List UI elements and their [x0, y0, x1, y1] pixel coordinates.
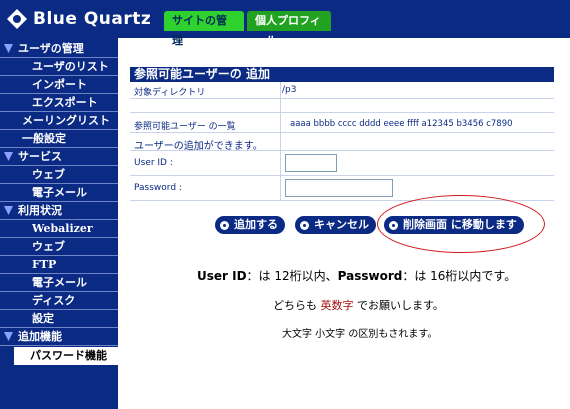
- brand-name: Blue Quartz: [33, 9, 152, 29]
- section-title: 参照可能ユーザーの 追加: [130, 67, 554, 82]
- sidebar-item-usage-settings[interactable]: 設定: [0, 310, 118, 328]
- length-limit-note: User ID：は 12桁以内、Password：は 16桁以内です。: [197, 269, 517, 283]
- user-id-label: User ID :: [134, 158, 173, 168]
- add-button[interactable]: 追加する: [215, 216, 285, 234]
- sidebar-item-password-function[interactable]: パスワード機能: [14, 347, 118, 365]
- collapse-triangle-icon[interactable]: [4, 44, 13, 53]
- top-header: Blue Quartz サイトの管理 個人プロフィール: [0, 0, 570, 47]
- user-list-label: 参照可能ユーザー の一覧: [134, 122, 236, 132]
- alphanumeric-note: どちらも 英数字 でお願いします。: [273, 299, 444, 312]
- sidebar-item-services-email[interactable]: 電子メール: [0, 184, 118, 202]
- add-user-note: ユーザーの追加ができます。: [134, 141, 263, 152]
- sidebar-item-usage-web[interactable]: ウェブ: [0, 238, 118, 256]
- add-button-label: 追加する: [234, 218, 278, 231]
- sidebar-item-user-list[interactable]: ユーザのリスト: [0, 58, 118, 76]
- sidebar-item-mailing-list[interactable]: メーリングリスト: [0, 112, 118, 130]
- cancel-button-label: キャンセル: [314, 218, 369, 231]
- sidebar-group-label: 利用状況: [18, 204, 62, 217]
- sidebar-item-import[interactable]: インポート: [0, 76, 118, 94]
- user-list-value: aaaa bbbb cccc dddd eeee ffff a12345 b34…: [290, 119, 513, 129]
- collapse-triangle-icon[interactable]: [4, 206, 13, 215]
- sidebar-nav: ユーザの管理 ユーザのリスト インポート エクスポート メーリングリスト 一般設…: [0, 38, 118, 409]
- sidebar-group-extras[interactable]: 追加機能: [0, 328, 118, 346]
- blue-quartz-logo-icon: [7, 9, 27, 29]
- form-row-user-list: 参照可能ユーザー の一覧 aaaa bbbb cccc dddd eeee ff…: [130, 113, 554, 133]
- form-row-user-id: User ID :: [130, 151, 554, 176]
- form-row-spacer: [130, 99, 554, 113]
- sidebar-group-usage[interactable]: 利用状況: [0, 202, 118, 220]
- form-row-target-directory: 対象ディレクトリ /p3: [130, 82, 554, 99]
- sidebar-item-usage-disk[interactable]: ディスク: [0, 292, 118, 310]
- tab-site-management[interactable]: サイトの管理: [164, 11, 244, 47]
- sidebar-group-label: ユーザの管理: [18, 42, 84, 55]
- sidebar-item-services-web[interactable]: ウェブ: [0, 166, 118, 184]
- sidebar-group-label: 追加機能: [18, 330, 62, 343]
- button-bullet-icon: [220, 220, 229, 230]
- brand-logo: Blue Quartz: [7, 7, 151, 31]
- password-label: Password :: [134, 183, 182, 193]
- password-input[interactable]: [285, 179, 393, 197]
- target-directory-label: 対象ディレクトリ: [134, 88, 206, 98]
- user-id-input[interactable]: [285, 154, 337, 172]
- form-row-add-note: ユーザーの追加ができます。: [130, 133, 554, 152]
- sidebar-item-usage-email[interactable]: 電子メール: [0, 274, 118, 292]
- sidebar-group-label: サービス: [18, 150, 62, 163]
- sidebar-group-user-management[interactable]: ユーザの管理: [0, 40, 118, 58]
- cancel-button[interactable]: キャンセル: [295, 216, 376, 234]
- sidebar-item-export[interactable]: エクスポート: [0, 94, 118, 112]
- target-directory-value: /p3: [282, 85, 297, 95]
- collapse-triangle-icon[interactable]: [4, 152, 13, 161]
- sidebar-item-general-settings[interactable]: 一般設定: [0, 130, 118, 148]
- highlight-circle-annotation: [377, 195, 545, 253]
- collapse-triangle-icon[interactable]: [4, 332, 13, 341]
- sidebar-item-webalizer[interactable]: Webalizer: [0, 220, 118, 238]
- button-bullet-icon: [300, 220, 309, 230]
- sidebar-group-services[interactable]: サービス: [0, 148, 118, 166]
- case-sensitive-note: 大文字 小文字 の区別もされます。: [282, 329, 438, 340]
- tab-personal-profile[interactable]: 個人プロフィール: [247, 11, 331, 47]
- sidebar-item-usage-ftp[interactable]: FTP: [0, 256, 118, 274]
